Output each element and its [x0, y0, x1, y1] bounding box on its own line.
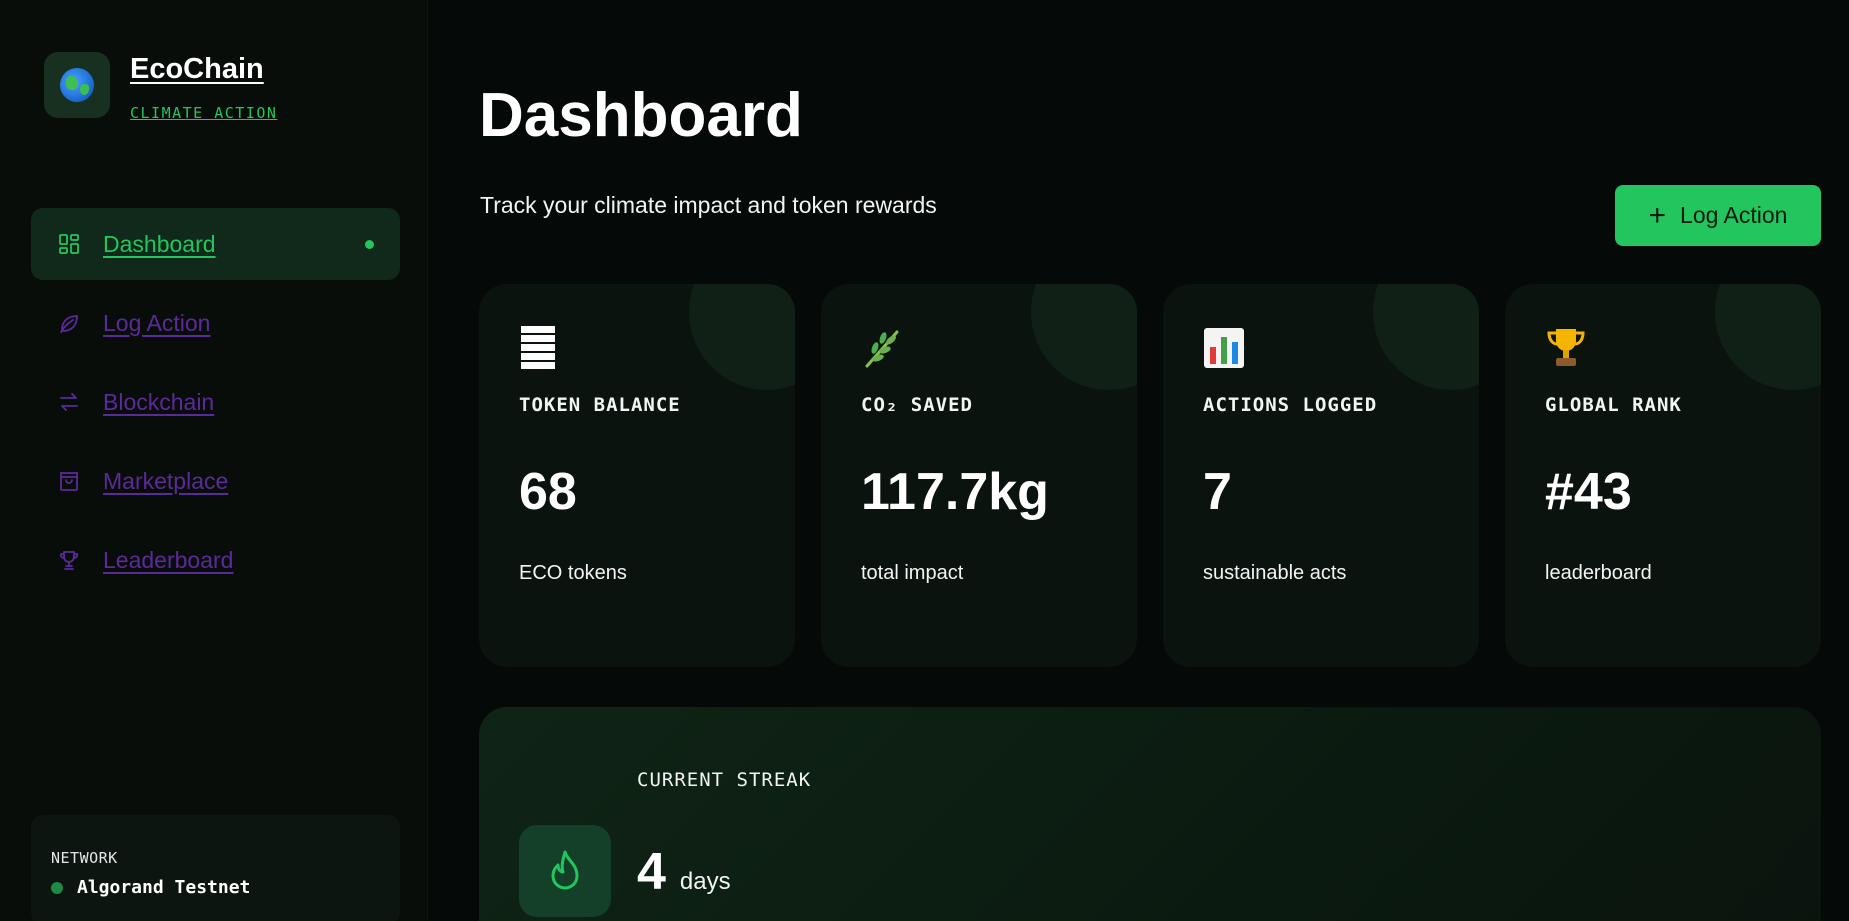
network-name: Algorand Testnet [77, 877, 251, 898]
trophy-icon [57, 548, 81, 572]
trophy-icon [1545, 324, 1781, 372]
sidebar-item-label: Blockchain [103, 388, 215, 415]
stat-value: #43 [1545, 463, 1632, 521]
stat-label: CO₂ SAVED [861, 394, 973, 416]
herb-icon [861, 324, 1097, 372]
sidebar-item-blockchain[interactable]: Blockchain [31, 366, 400, 438]
arrows-swap-icon [57, 390, 81, 414]
page-subtitle: Track your climate impact and token rewa… [480, 192, 937, 218]
sidebar-item-log-action[interactable]: Log Action [31, 287, 400, 359]
leaf-icon [57, 311, 81, 335]
streak-unit: days [679, 868, 731, 895]
shopping-bag-icon [57, 469, 81, 493]
streak-card: CURRENT STREAK 4 days [479, 707, 1821, 921]
sidebar-item-label: Dashboard [103, 230, 216, 257]
brand-tagline[interactable]: CLIMATE ACTION [130, 104, 277, 122]
sidebar-item-label: Leaderboard [103, 546, 234, 573]
brand-name[interactable]: EcoChain [130, 52, 277, 86]
stat-sub: leaderboard [1545, 562, 1652, 584]
sidebar-item-dashboard[interactable]: Dashboard [31, 208, 400, 280]
stat-sub: sustainable acts [1203, 562, 1347, 584]
sidebar-item-label: Log Action [103, 309, 211, 336]
log-action-button-label: Log Action [1680, 202, 1788, 228]
stat-label: TOKEN BALANCE [519, 394, 681, 416]
network-title: NETWORK [51, 849, 118, 867]
streak-label: CURRENT STREAK [637, 769, 812, 791]
stat-value: 68 [519, 463, 577, 521]
stat-card-actions-logged: ACTIONS LOGGED 7 sustainable acts [1163, 284, 1479, 667]
active-indicator-dot [365, 240, 374, 249]
stat-value: 117.7kg [861, 463, 1049, 521]
network-panel: NETWORK Algorand Testnet [31, 815, 400, 921]
bar-chart-icon [1203, 324, 1439, 372]
stat-card-co2-saved: CO₂ SAVED 117.7kg total impact [821, 284, 1137, 667]
stat-label: GLOBAL RANK [1545, 394, 1682, 416]
stat-card-global-rank: GLOBAL RANK #43 leaderboard [1505, 284, 1821, 667]
logo [44, 52, 110, 118]
sidebar-item-leaderboard[interactable]: Leaderboard [31, 524, 400, 596]
sidebar-item-marketplace[interactable]: Marketplace [31, 445, 400, 517]
stat-label: ACTIONS LOGGED [1203, 394, 1378, 416]
grid-icon [57, 232, 81, 256]
network-status-dot [51, 881, 63, 894]
stat-card-token-balance: TOKEN BALANCE 68 ECO tokens [479, 284, 795, 667]
stat-sub: ECO tokens [519, 562, 627, 584]
plus-icon: + [1648, 198, 1667, 232]
streak-value: 4 [637, 843, 666, 901]
page-title: Dashboard [479, 81, 803, 150]
flame-icon [519, 825, 611, 917]
sidebar-item-label: Marketplace [103, 467, 229, 494]
stat-value: 7 [1203, 463, 1232, 521]
token-stack-icon [519, 324, 755, 372]
stats-grid: TOKEN BALANCE 68 ECO tokens CO₂ SAVED 11… [479, 284, 1821, 667]
sidebar-nav: Dashboard Log Action Blockchain Marketpl… [31, 208, 400, 603]
globe-icon [60, 68, 94, 102]
sidebar: EcoChain CLIMATE ACTION Dashboard Log Ac… [0, 0, 428, 921]
brand[interactable]: EcoChain CLIMATE ACTION [44, 52, 277, 122]
stat-sub: total impact [861, 562, 964, 584]
log-action-button[interactable]: + Log Action [1615, 185, 1821, 246]
